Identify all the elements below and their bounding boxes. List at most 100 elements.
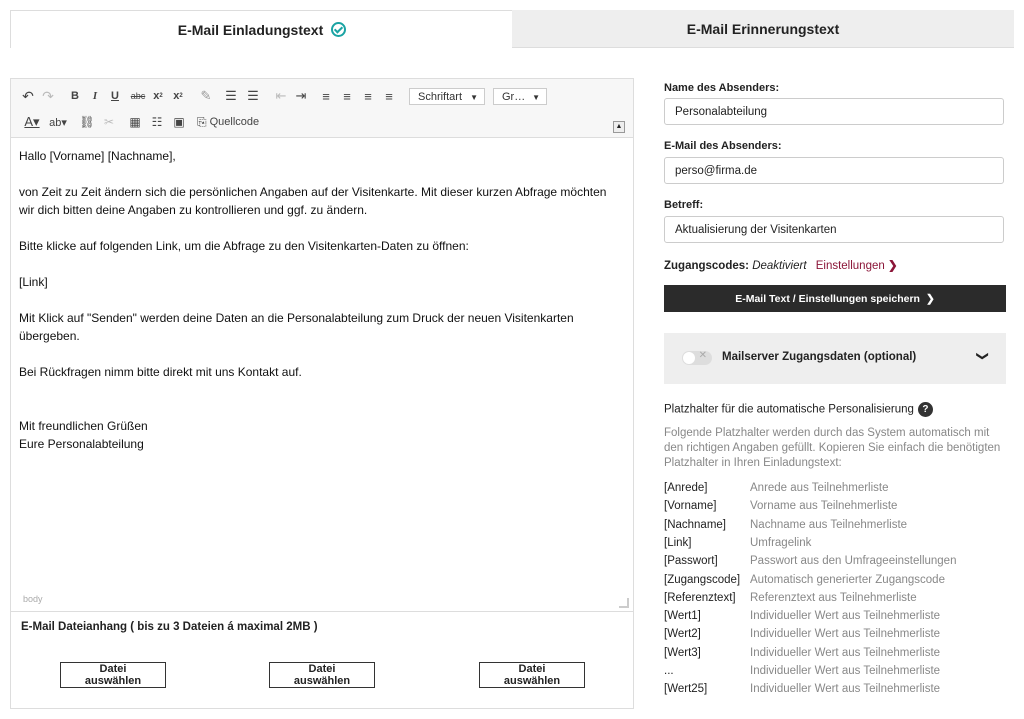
editor-paragraph xyxy=(19,399,625,417)
background-color-icon[interactable]: ab▾ xyxy=(47,114,69,130)
editor-paragraph xyxy=(19,381,625,399)
placeholder-key: [Link] xyxy=(664,536,692,549)
placeholder-key: [Vorname] xyxy=(664,500,717,513)
editor-content[interactable]: Hallo [Vorname] [Nachname], von Zeit zu … xyxy=(19,147,625,453)
table-icon[interactable]: ▦ xyxy=(127,114,143,130)
placeholder-key: [Zugangscode] xyxy=(664,573,741,586)
mailserver-panel[interactable]: ✕ Mailserver Zugangsdaten (optional) ❯ xyxy=(664,333,1006,384)
redo-icon[interactable]: ↷ xyxy=(41,88,55,104)
placeholder-description: Referenztext aus Teilnehmerliste xyxy=(750,591,917,604)
placeholder-description: Vorname aus Teilnehmerliste xyxy=(750,500,898,513)
tab-reminder-label: E-Mail Erinnerungstext xyxy=(686,20,840,37)
placeholder-description: Individueller Wert aus Teilnehmerliste xyxy=(750,628,941,641)
bold-icon[interactable]: B xyxy=(69,88,81,104)
placeholders-title-text: Platzhalter für die automatische Persona… xyxy=(664,403,914,416)
text-color-icon[interactable]: A▾ xyxy=(21,114,43,130)
editor-paragraph: Bei Rückfragen nimm bitte direkt mit uns… xyxy=(19,365,302,379)
rich-text-editor: ↶ ↷ B I U abc x2 x2 ✎ ☰ ☰ ⇤ ⇥ ≡ ≡ ≡ ≡ Sc… xyxy=(10,78,634,612)
subscript-icon[interactable]: x2 xyxy=(151,88,165,104)
resize-handle-icon[interactable] xyxy=(619,598,629,608)
editor-paragraph: Mit freundlichen Grüßen xyxy=(19,419,148,433)
link-icon[interactable]: ⛓ xyxy=(79,114,95,130)
italic-icon[interactable]: I xyxy=(89,88,101,104)
attachment-section: E-Mail Dateianhang ( bis zu 3 Dateien á … xyxy=(10,610,634,709)
placeholders-description: Folgende Platzhalter werden durch das Sy… xyxy=(664,427,1001,469)
source-code-icon: ⎘ xyxy=(197,114,207,129)
sender-name-input[interactable] xyxy=(664,98,1004,125)
placeholder-description: Umfragelink xyxy=(750,536,812,549)
settings-link-label: Einstellungen xyxy=(815,260,885,272)
editor-paragraph: Mit Klick auf "Senden" werden deine Date… xyxy=(19,311,574,343)
placeholder-key: [Wert25] xyxy=(664,683,708,696)
image-icon[interactable]: ▣ xyxy=(171,114,187,130)
sender-email-label: E-Mail des Absenders: xyxy=(664,140,782,152)
check-circle-icon xyxy=(331,22,347,37)
mailserver-title: Mailserver Zugangsdaten (optional) xyxy=(722,351,917,363)
chevron-right-icon: ❯ xyxy=(887,260,898,272)
tab-invitation-label: E-Mail Einladungstext xyxy=(177,21,324,38)
access-codes-settings-link[interactable]: Einstellungen ❯ xyxy=(816,260,898,272)
editor-toolbar: ↶ ↷ B I U abc x2 x2 ✎ ☰ ☰ ⇤ ⇥ ≡ ≡ ≡ ≡ Sc… xyxy=(11,79,633,138)
font-family-select[interactable]: Schriftart ▼ xyxy=(409,88,485,105)
help-icon[interactable]: ? xyxy=(917,402,933,417)
remove-format-icon[interactable]: ✎ xyxy=(199,88,213,104)
strikethrough-icon[interactable]: abc xyxy=(129,88,147,104)
horizontal-line-icon[interactable]: ☷ xyxy=(149,114,165,130)
outdent-icon[interactable]: ⇤ xyxy=(273,88,289,104)
access-codes-row: Zugangscodes: Deaktiviert Einstellungen … xyxy=(664,258,898,272)
align-justify-icon[interactable]: ≡ xyxy=(382,88,396,104)
placeholder-key: [Wert1] xyxy=(664,610,701,623)
placeholder-description: Nachname aus Teilnehmerliste xyxy=(750,518,908,531)
editor-paragraph: Bitte klicke auf folgenden Link, um die … xyxy=(19,239,469,253)
file-select-button-2[interactable]: Datei auswählen xyxy=(269,662,375,688)
placeholder-key: [Passwort] xyxy=(664,555,718,568)
tab-invitation-text[interactable]: E-Mail Einladungstext xyxy=(10,10,514,48)
placeholder-description: Anrede aus Teilnehmerliste xyxy=(750,482,889,494)
placeholder-description: Automatisch generierter Zugangscode xyxy=(750,573,945,586)
placeholder-description: Passwort aus den Umfrageeinstellungen xyxy=(750,555,957,568)
chevron-down-icon: ▼ xyxy=(532,93,540,102)
align-center-icon[interactable]: ≡ xyxy=(340,88,354,104)
align-right-icon[interactable]: ≡ xyxy=(361,88,375,104)
numbered-list-icon[interactable]: ☰ xyxy=(223,88,239,104)
superscript-icon[interactable]: x2 xyxy=(171,88,185,104)
placeholder-key: [Referenztext] xyxy=(664,591,736,604)
underline-icon[interactable]: U xyxy=(109,88,121,104)
placeholder-description: Individueller Wert aus Teilnehmerliste xyxy=(750,610,941,623)
access-codes-label: Zugangscodes: xyxy=(664,260,749,272)
save-button[interactable]: E-Mail Text / Einstellungen speichern ❯ xyxy=(664,285,1006,312)
tab-bar: E-Mail Einladungstext E-Mail Erinnerungs… xyxy=(10,10,1014,48)
sender-email-input[interactable] xyxy=(664,157,1004,184)
file-select-button-1[interactable]: Datei auswählen xyxy=(60,662,166,688)
sender-name-label: Name des Absenders: xyxy=(664,82,780,94)
editor-paragraph: Eure Personalabteilung xyxy=(19,437,144,451)
chevron-down-icon: ▼ xyxy=(470,93,478,102)
subject-input[interactable] xyxy=(664,216,1004,243)
save-button-label: E-Mail Text / Einstellungen speichern xyxy=(735,292,920,305)
close-icon: ✕ xyxy=(698,350,707,361)
tab-reminder-text[interactable]: E-Mail Erinnerungstext xyxy=(512,10,1014,48)
collapse-toolbar-icon[interactable]: ▲ xyxy=(613,121,625,133)
attachment-title: E-Mail Dateianhang ( bis zu 3 Dateien á … xyxy=(21,621,318,633)
editor-paragraph: Hallo [Vorname] [Nachname], xyxy=(19,149,176,163)
unlink-icon[interactable]: ✂ xyxy=(101,114,117,130)
editor-paragraph: [Link] xyxy=(19,275,48,289)
align-left-icon[interactable]: ≡ xyxy=(319,88,333,104)
placeholder-description: Individueller Wert aus Teilnehmerliste xyxy=(750,683,941,696)
editor-paragraph xyxy=(19,255,625,273)
placeholder-key: ... xyxy=(664,665,674,677)
subject-label: Betreff: xyxy=(664,199,704,211)
mailserver-toggle[interactable]: ✕ xyxy=(682,350,712,365)
placeholder-description: Individueller Wert aus Teilnehmerliste xyxy=(750,646,941,659)
bulleted-list-icon[interactable]: ☰ xyxy=(245,88,261,104)
source-code-button[interactable]: ⎘ Quellcode xyxy=(197,114,267,130)
indent-icon[interactable]: ⇥ xyxy=(293,88,309,104)
editor-paragraph xyxy=(19,345,625,363)
editor-paragraph xyxy=(19,291,625,309)
editor-paragraph xyxy=(19,219,625,237)
file-select-button-3[interactable]: Datei auswählen xyxy=(479,662,585,688)
font-size-select[interactable]: Gr… ▼ xyxy=(493,88,547,105)
undo-icon[interactable]: ↶ xyxy=(21,88,35,104)
chevron-down-icon[interactable]: ❯ xyxy=(976,351,990,361)
access-codes-status: Deaktiviert xyxy=(752,260,807,272)
